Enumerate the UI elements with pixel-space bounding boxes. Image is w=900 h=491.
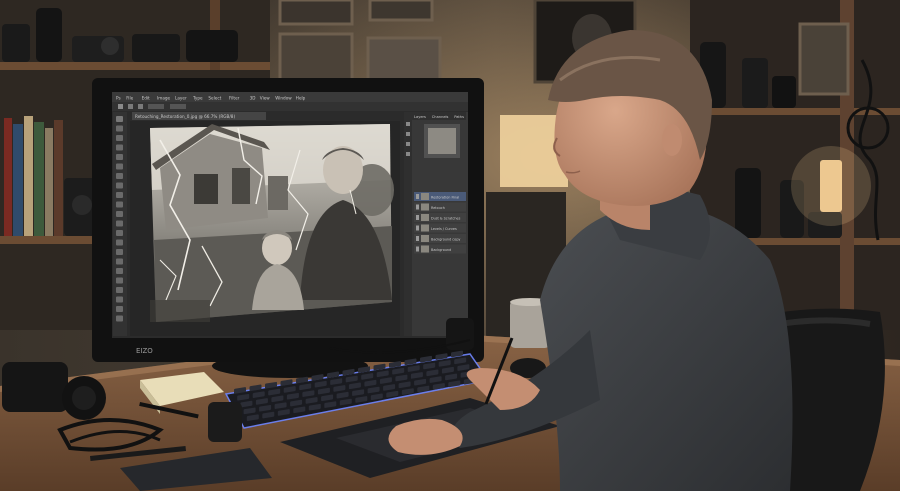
eye-icon[interactable] (416, 204, 419, 210)
canvas-photo[interactable] (150, 124, 394, 322)
tool-icon[interactable] (116, 258, 123, 265)
menu-item[interactable]: Type (192, 96, 203, 101)
tool-icon[interactable] (116, 154, 123, 160)
options-bar (112, 102, 468, 111)
menu-item[interactable]: Window (275, 96, 292, 101)
eye-icon[interactable] (416, 236, 419, 241)
photoshop-window: Ps File Edit Image Layer Type Select Filter 3D Vi… (112, 92, 468, 338)
menu-item[interactable]: Select (208, 96, 221, 101)
tool-icon[interactable] (116, 135, 123, 141)
tool-icon[interactable] (116, 239, 123, 246)
menu-item[interactable]: View (260, 96, 271, 101)
tool-icon[interactable] (116, 277, 123, 284)
menu-item[interactable]: Image (157, 96, 171, 101)
panel-tab[interactable]: Layers (414, 115, 426, 119)
layer-name: Levels / Curves (431, 227, 457, 231)
tool-icon[interactable] (116, 192, 123, 198)
eye-icon[interactable] (416, 246, 419, 252)
tool-icon[interactable] (116, 249, 123, 255)
layer-name: Background (431, 248, 451, 252)
tool-icon[interactable] (116, 173, 123, 179)
tool-icon[interactable] (116, 268, 123, 274)
layer-thumbnail (421, 214, 429, 221)
tool-icon[interactable] (116, 182, 123, 189)
eye-icon[interactable] (416, 194, 419, 199)
layer-thumbnail (421, 224, 429, 232)
tool-icon[interactable] (116, 287, 123, 293)
tool-icon[interactable] (116, 116, 123, 122)
menu-items: Ps File Edit Image Layer Type Select Filter 3D Vi… (116, 96, 306, 101)
panel-tab[interactable]: Paths (454, 115, 464, 119)
tool-icon[interactable] (116, 306, 123, 312)
layer-thumbnail (421, 193, 429, 200)
menu-item[interactable]: File (126, 96, 133, 101)
menu-item[interactable]: 3D (250, 96, 256, 101)
layer-name: Restoration Final (431, 195, 459, 199)
navigator-image (428, 128, 456, 154)
layer-thumbnail (421, 245, 429, 253)
tool-icon[interactable] (116, 230, 123, 236)
menu-item[interactable]: Help (296, 96, 306, 101)
tool-icon[interactable] (116, 125, 123, 132)
layer-name: Dust & Scratches (431, 216, 461, 220)
layer-thumbnail (421, 235, 429, 242)
menu-item[interactable]: Edit (142, 96, 150, 101)
menu-item[interactable]: Ps (116, 96, 121, 101)
tool-icon[interactable] (116, 163, 123, 170)
tool-icon[interactable] (116, 144, 123, 151)
tool-icon[interactable] (116, 296, 123, 303)
layer-thumbnail (421, 203, 429, 211)
tool-icon[interactable] (116, 315, 123, 322)
tool-icon[interactable] (116, 211, 123, 217)
eye-icon[interactable] (416, 225, 419, 231)
document-tab-label: Retouching_Restoration_0.jpg @ 66.7% (RG… (135, 114, 235, 119)
options-icons (118, 104, 186, 109)
panel-tab[interactable]: Channels (432, 115, 449, 119)
photo-scene: EIZO Ps File Edit Image Layer Type Select Filte… (0, 0, 900, 491)
panel-tabs[interactable]: Layers Channels Paths (414, 115, 464, 119)
monitor-brand: EIZO (136, 347, 153, 355)
layer-name: Retouch (431, 206, 445, 210)
menu-item[interactable]: Filter (229, 96, 240, 101)
tool-icon[interactable] (116, 220, 123, 227)
scene-svg: EIZO Ps File Edit Image Layer Type Select Filte… (0, 0, 900, 491)
eye-icon[interactable] (416, 215, 419, 220)
menu-item[interactable]: Layer (175, 96, 187, 101)
layer-name: Background copy (431, 237, 460, 241)
tool-icon[interactable] (116, 201, 123, 208)
